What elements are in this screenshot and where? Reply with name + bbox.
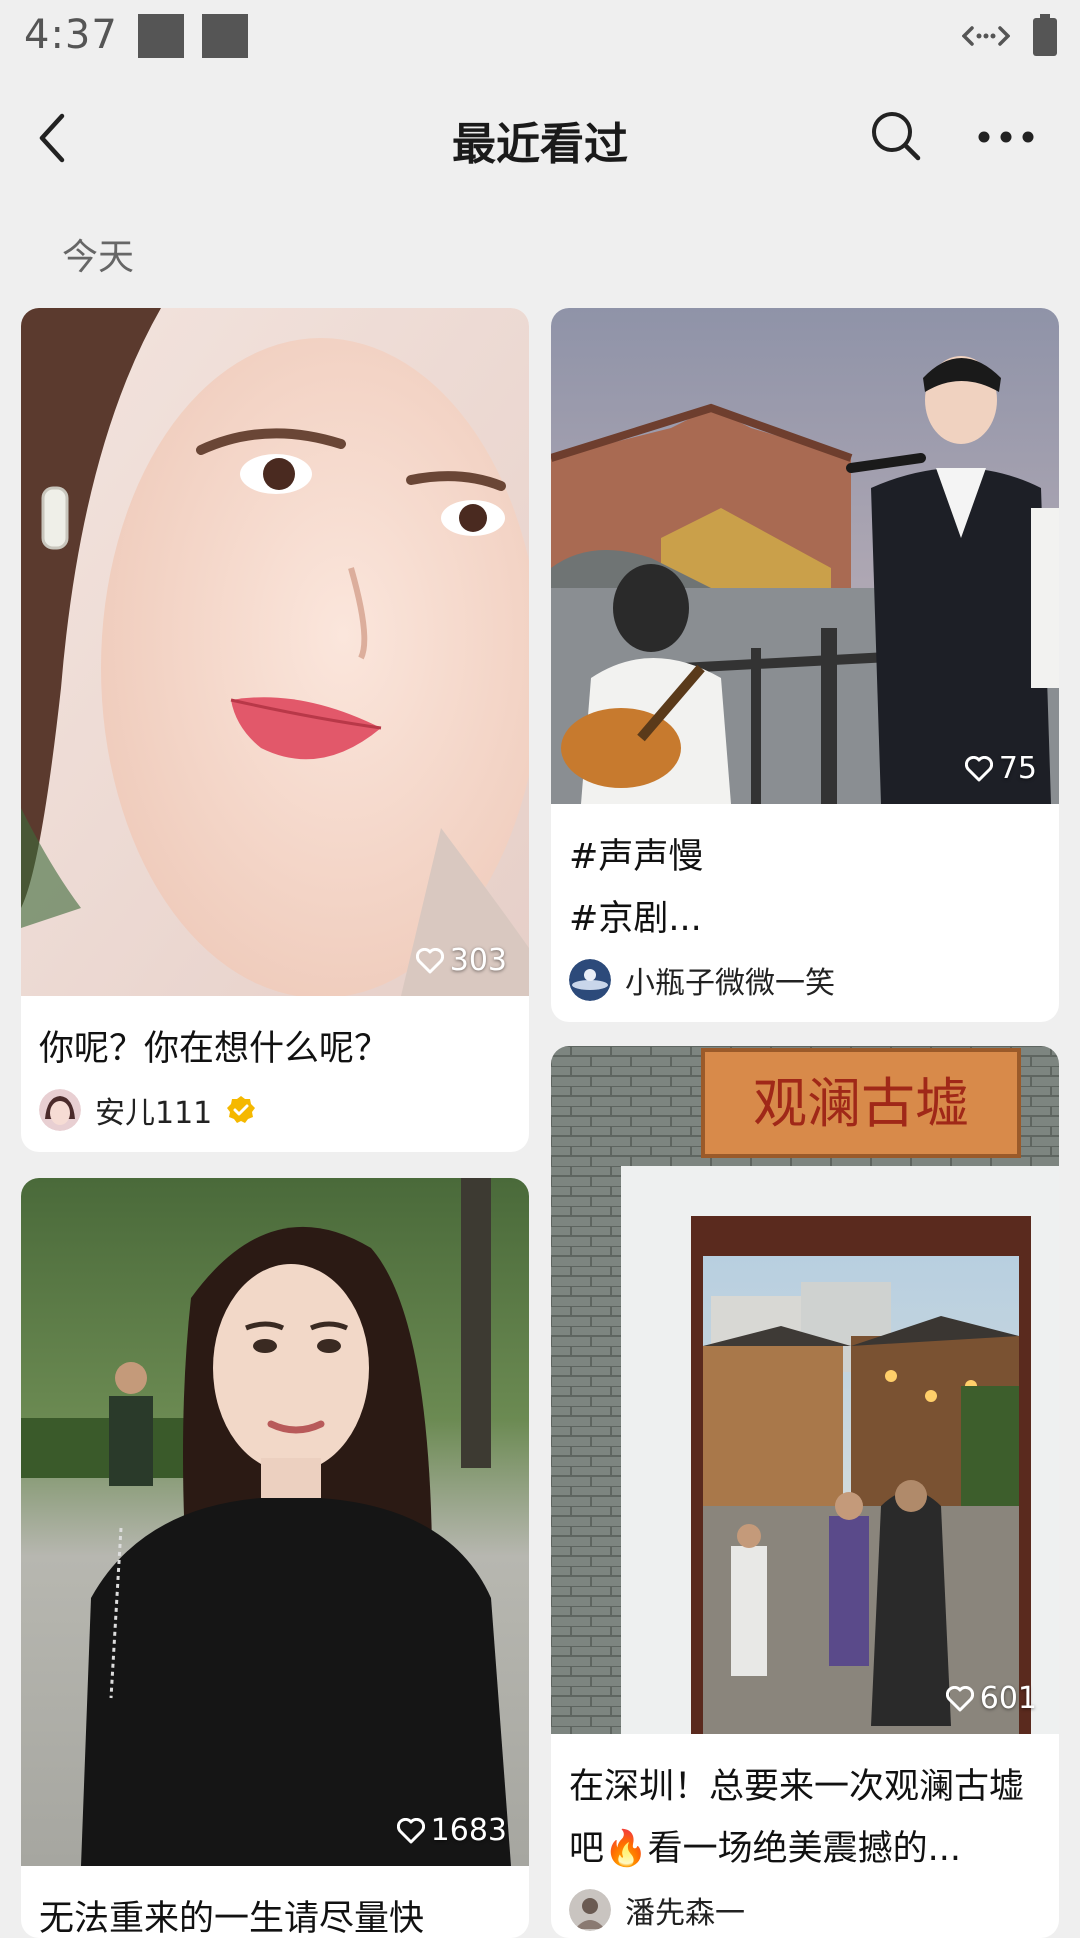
like-count: 1683: [396, 1813, 507, 1848]
like-count-value: 601: [979, 1681, 1037, 1716]
avatar[interactable]: [569, 1889, 611, 1931]
section-date-label: 今天: [62, 237, 135, 278]
card-title[interactable]: #声声慢 #京剧...: [551, 804, 1059, 950]
author-row[interactable]: 小瓶子微微一笑: [551, 950, 1059, 1022]
notification-icon: [202, 14, 248, 58]
author-name[interactable]: 潘先森一: [625, 1888, 745, 1932]
heart-outline-icon: [945, 1685, 974, 1711]
search-icon[interactable]: [868, 108, 924, 164]
video-thumbnail[interactable]: 1683: [21, 1178, 529, 1866]
video-card[interactable]: 75 #声声慢 #京剧... 小瓶子微微一笑: [551, 308, 1059, 1022]
heart-outline-icon: [396, 1817, 425, 1843]
more-dots-icon[interactable]: [974, 122, 1038, 152]
thumbnail-image: [551, 308, 1059, 804]
card-title[interactable]: 你呢？你在想什么呢？: [21, 996, 529, 1080]
video-card[interactable]: 观澜古墟 601 在深圳！总要来一次观澜古墟吧🔥看一场绝美震撼的... 潘先森一: [551, 1046, 1059, 1938]
card-title[interactable]: 在深圳！总要来一次观澜古墟吧🔥看一场绝美震撼的...: [551, 1734, 1059, 1880]
battery-icon: [1033, 14, 1057, 56]
heart-outline-icon: [415, 947, 444, 973]
heart-outline-icon: [964, 755, 993, 781]
like-count: 75: [964, 751, 1037, 786]
avatar[interactable]: [39, 1089, 81, 1131]
status-bar: 4:37: [0, 0, 1080, 76]
like-count: 303: [415, 943, 507, 978]
author-name[interactable]: 安儿111: [95, 1088, 212, 1132]
video-card[interactable]: 303 你呢？你在想什么呢？ 安儿111: [21, 308, 529, 1152]
like-count: 601: [945, 1681, 1037, 1716]
author-row[interactable]: 安儿111: [21, 1080, 529, 1152]
like-count-value: 75: [998, 751, 1037, 786]
thumbnail-image: 观澜古墟: [551, 1046, 1059, 1734]
like-count-value: 1683: [430, 1813, 507, 1848]
card-title[interactable]: 无法重来的一生请尽量快: [21, 1866, 529, 1938]
notification-icon: [138, 14, 184, 58]
author-row[interactable]: 潘先森一: [551, 1880, 1059, 1938]
author-name[interactable]: 小瓶子微微一笑: [625, 958, 835, 1002]
video-thumbnail[interactable]: 观澜古墟 601: [551, 1046, 1059, 1734]
sign-text: 观澜古墟: [753, 1072, 969, 1135]
like-count-value: 303: [449, 943, 507, 978]
data-transfer-icon: [962, 26, 1010, 46]
status-time: 4:37: [24, 12, 118, 58]
avatar[interactable]: [569, 959, 611, 1001]
video-thumbnail[interactable]: 303: [21, 308, 529, 996]
video-thumbnail[interactable]: 75: [551, 308, 1059, 804]
video-card[interactable]: 1683 无法重来的一生请尽量快: [21, 1178, 529, 1938]
thumbnail-image: [21, 1178, 529, 1866]
thumbnail-image: [21, 308, 529, 996]
verified-badge-icon: [227, 1096, 256, 1123]
top-navigation-bar: 最近看过: [0, 86, 1080, 190]
